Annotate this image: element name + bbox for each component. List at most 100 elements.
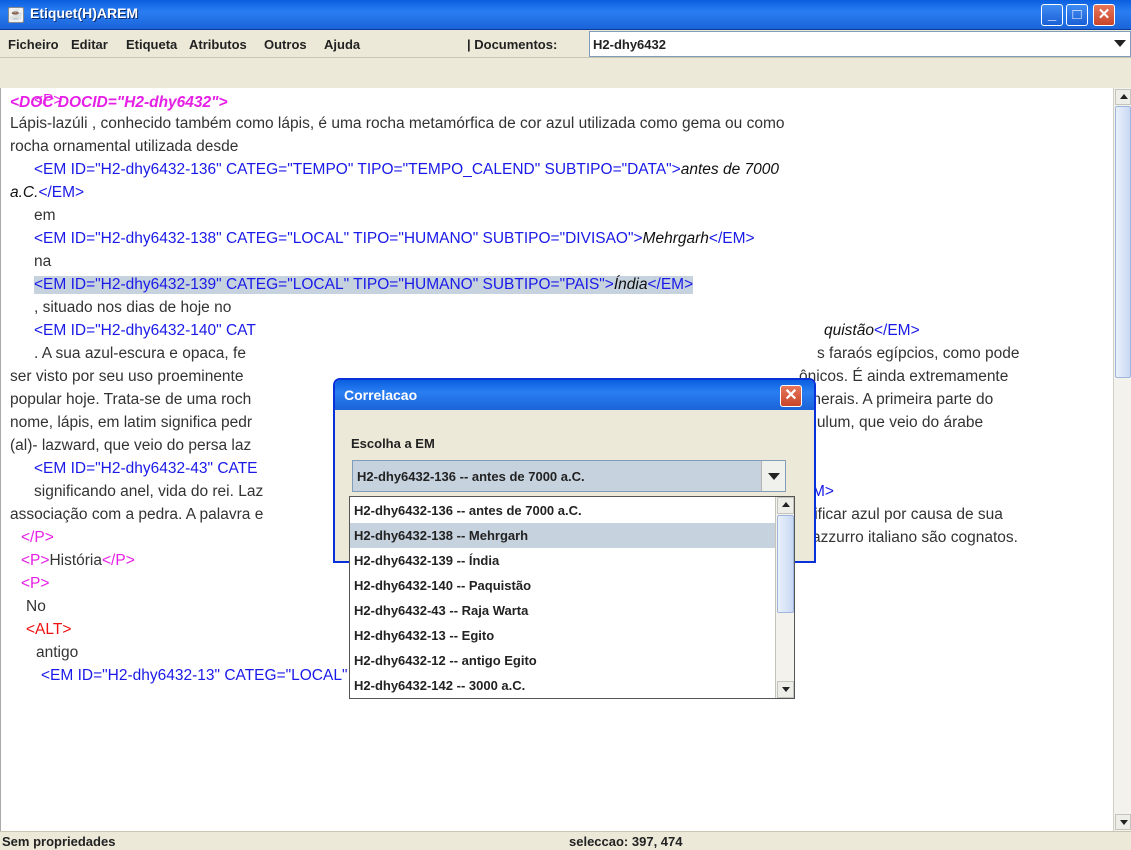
maximize-button[interactable]: □ xyxy=(1066,4,1088,26)
text-line[interactable]: <P>História</P> xyxy=(21,552,135,570)
text-segment: </P> xyxy=(102,552,135,569)
text-segment: <EM ID="H2-dhy6432-43" CATE xyxy=(34,460,258,477)
text-line[interactable]: Lápis-lazúli , conhecido também como láp… xyxy=(10,115,785,133)
text-line[interactable]: na xyxy=(34,253,51,271)
em-combobox-value: H2-dhy6432-136 -- antes de 7000 a.C. xyxy=(357,469,585,484)
em-option[interactable]: H2-dhy6432-140 -- Paquistão xyxy=(350,573,775,598)
java-cup-icon: ☕ xyxy=(8,7,24,23)
text-line-fragment[interactable]: gnificar azul por causa de sua xyxy=(797,506,1003,524)
text-line-fragment[interactable]: s faraós egípcios, como pode xyxy=(817,345,1019,363)
menu-etiqueta[interactable]: Etiqueta xyxy=(126,37,177,52)
text-line[interactable]: <P> xyxy=(21,575,49,593)
text-segment: quistão xyxy=(824,322,874,339)
scroll-down-button[interactable] xyxy=(1115,814,1131,830)
documents-select[interactable]: H2-dhy6432 xyxy=(589,31,1131,57)
title-bar: ☕ Etiquet(H)AREM _ □ ✕ xyxy=(0,0,1131,30)
menu-atributos[interactable]: Atributos xyxy=(189,37,247,52)
text-segment: associação com a pedra. A palavra e xyxy=(10,506,264,523)
text-line[interactable]: <EM ID="H2-dhy6432-140" CAT xyxy=(34,322,256,340)
menu-editar[interactable]: Editar xyxy=(71,37,108,52)
text-line[interactable]: <EM ID="H2-dhy6432-43" CATE xyxy=(34,460,258,478)
text-line-fragment[interactable]: azzurro italiano são cognatos. xyxy=(812,529,1018,547)
text-segment: minerais. A primeira parte do xyxy=(796,391,994,408)
arrow-up-icon xyxy=(1120,94,1128,99)
text-segment: ônicos. É ainda extremamente xyxy=(799,368,1009,385)
text-line[interactable]: <P> xyxy=(34,92,62,110)
em-option[interactable]: H2-dhy6432-142 -- 3000 a.C. xyxy=(350,673,775,698)
text-segment: azzurro italiano são cognatos. xyxy=(812,529,1018,546)
scroll-thumb[interactable] xyxy=(777,515,794,613)
em-combobox-button[interactable] xyxy=(761,461,785,491)
text-line-fragment[interactable]: quistão</EM> xyxy=(824,322,920,340)
text-segment: <P> xyxy=(34,92,63,109)
status-bar: Sem propriedades seleccao: 397, 474 xyxy=(0,831,1131,850)
text-line[interactable]: antigo xyxy=(36,644,78,662)
text-segment: (al)- lazward, que veio do persa laz xyxy=(10,437,252,454)
text-line-fragment[interactable]: minerais. A primeira parte do xyxy=(796,391,993,409)
text-line[interactable]: <ALT> xyxy=(26,621,71,639)
close-button[interactable]: ✕ xyxy=(1093,4,1115,26)
text-segment: <P> xyxy=(21,575,50,592)
text-line[interactable]: </P> xyxy=(21,529,54,547)
text-line[interactable]: nome, lápis, em latim significa pedr xyxy=(10,414,252,432)
text-segment: <EM ID="H2-dhy6432-136" CATEG="TEMPO" TI… xyxy=(34,161,681,178)
text-segment: em xyxy=(34,207,56,224)
editor-scrollbar[interactable] xyxy=(1113,88,1131,831)
status-properties: Sem propriedades xyxy=(2,834,116,849)
text-segment: s faraós egípcios, como pode xyxy=(817,345,1020,362)
text-segment: , situado nos dias de hoje no xyxy=(34,299,232,316)
menu-ficheiro[interactable]: Ficheiro xyxy=(8,37,59,52)
text-segment: rocha ornamental utilizada desde xyxy=(10,138,239,155)
scroll-up-button[interactable] xyxy=(1115,89,1131,105)
text-line[interactable]: <EM ID="H2-dhy6432-138" CATEG="LOCAL" TI… xyxy=(34,230,755,248)
dialog-close-button[interactable]: ✕ xyxy=(780,385,802,407)
em-option[interactable]: H2-dhy6432-136 -- antes de 7000 a.C. xyxy=(350,498,775,523)
documents-label: | Documentos: xyxy=(467,37,558,52)
text-segment: </P> xyxy=(21,529,54,546)
text-line[interactable]: (al)- lazward, que veio do persa laz xyxy=(10,437,251,455)
scroll-up-button[interactable] xyxy=(777,497,794,514)
chevron-down-icon xyxy=(768,473,780,480)
text-segment: <EM ID="H2-dhy6432-139" CATEG="LOCAL" TI… xyxy=(34,276,614,293)
text-line[interactable]: associação com a pedra. A palavra e xyxy=(10,506,263,524)
text-line[interactable]: em xyxy=(34,207,56,225)
em-option[interactable]: H2-dhy6432-12 -- antigo Egito xyxy=(350,648,775,673)
text-line[interactable]: No xyxy=(26,598,46,616)
em-option[interactable]: H2-dhy6432-43 -- Raja Warta xyxy=(350,598,775,623)
em-combobox[interactable]: H2-dhy6432-136 -- antes de 7000 a.C. xyxy=(352,460,786,492)
chevron-down-icon[interactable] xyxy=(1114,40,1126,47)
text-segment: antes de 7000 xyxy=(680,161,779,178)
minimize-button[interactable]: _ xyxy=(1041,4,1063,26)
scroll-down-button[interactable] xyxy=(777,681,794,698)
menu-outros[interactable]: Outros xyxy=(264,37,307,52)
text-line-fragment[interactable]: ônicos. É ainda extremamente xyxy=(799,368,1008,386)
text-segment: <EM ID="H2-dhy6432-138" CATEG="LOCAL" TI… xyxy=(34,230,643,247)
text-line-fragment[interactable]: lazulum, que veio do árabe xyxy=(797,414,983,432)
text-segment: História xyxy=(49,552,102,569)
text-line[interactable]: ser visto por seu uso proeminente xyxy=(10,368,243,386)
em-option[interactable]: H2-dhy6432-13 -- Egito xyxy=(350,623,775,648)
em-option[interactable]: H2-dhy6432-138 -- Mehrgarh xyxy=(350,523,775,548)
text-line[interactable]: a.C.</EM> xyxy=(10,184,84,202)
text-segment: <ALT> xyxy=(26,621,72,638)
text-segment: Lápis-lazúli , conhecido também como láp… xyxy=(10,115,785,132)
text-segment: gnificar azul por causa de sua xyxy=(797,506,1003,523)
text-line[interactable]: . A sua azul-escura e opaca, fe xyxy=(34,345,246,363)
text-segment: significando anel, vida do rei. Laz xyxy=(34,483,264,500)
documents-select-value: H2-dhy6432 xyxy=(593,37,666,52)
em-option[interactable]: H2-dhy6432-139 -- Índia xyxy=(350,548,775,573)
text-segment: </EM> xyxy=(647,276,694,293)
text-line[interactable]: , situado nos dias de hoje no xyxy=(34,299,231,317)
text-segment: ser visto por seu uso proeminente xyxy=(10,368,244,385)
text-line[interactable]: popular hoje. Trata-se de uma roch xyxy=(10,391,251,409)
text-line[interactable]: <EM ID="H2-dhy6432-136" CATEG="TEMPO" TI… xyxy=(34,161,779,179)
text-segment: Índia xyxy=(613,276,648,293)
text-line[interactable]: significando anel, vida do rei. Laz xyxy=(34,483,263,501)
dropdown-scrollbar[interactable] xyxy=(775,497,794,698)
selected-text-line[interactable]: <EM ID="H2-dhy6432-139" CATEG="LOCAL" TI… xyxy=(34,276,694,294)
text-line[interactable]: rocha ornamental utilizada desde xyxy=(10,138,238,156)
status-selection: seleccao: 397, 474 xyxy=(569,834,683,849)
text-segment: a.C. xyxy=(10,184,39,201)
menu-ajuda[interactable]: Ajuda xyxy=(324,37,360,52)
scroll-thumb[interactable] xyxy=(1115,106,1131,378)
